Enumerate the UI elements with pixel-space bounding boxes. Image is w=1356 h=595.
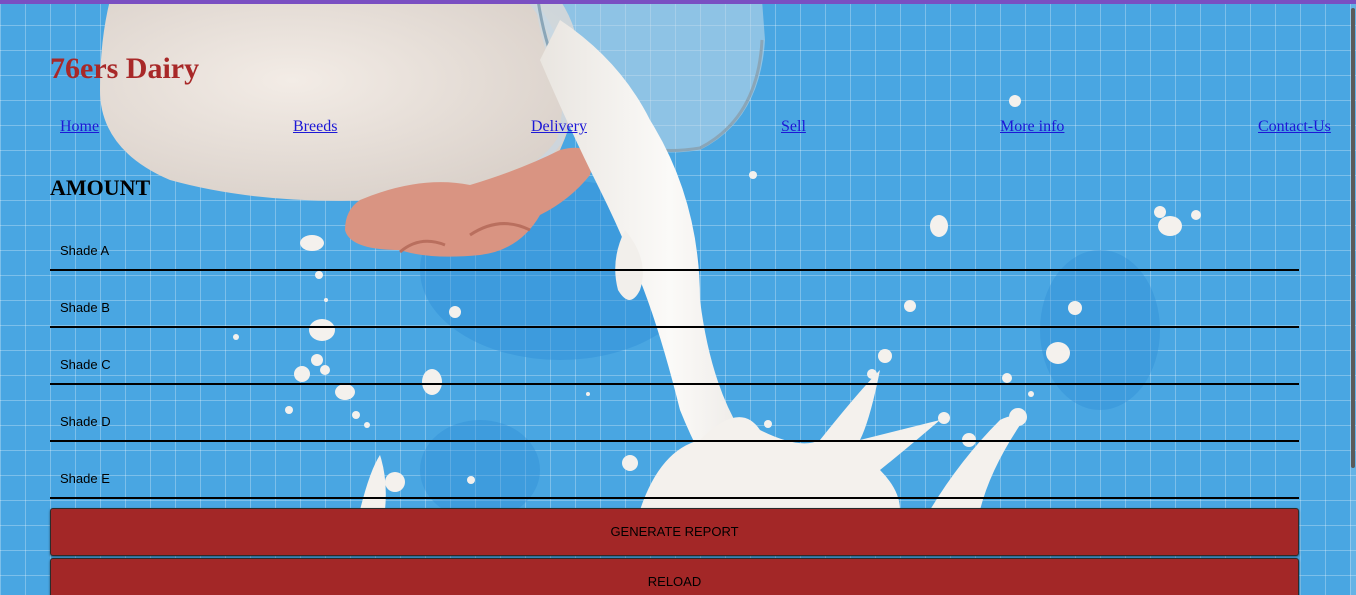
site-title: 76ers Dairy xyxy=(50,52,200,85)
nav-link-contact-us[interactable]: Contact-Us xyxy=(1258,118,1331,136)
shade-d-input[interactable] xyxy=(50,402,1299,440)
shade-b-row xyxy=(50,288,1299,328)
reload-button[interactable]: RELOAD xyxy=(50,558,1299,595)
nav-link-home[interactable]: Home xyxy=(60,118,99,136)
shade-c-input[interactable] xyxy=(50,345,1299,383)
shade-a-input[interactable] xyxy=(50,231,1299,269)
nav-link-delivery[interactable]: Delivery xyxy=(531,118,587,136)
shade-a-row xyxy=(50,231,1299,271)
shade-b-input[interactable] xyxy=(50,288,1299,326)
main-nav: Home Breeds Delivery Sell More info Cont… xyxy=(60,118,1331,138)
shade-e-row xyxy=(50,459,1299,499)
nav-link-more-info[interactable]: More info xyxy=(1000,118,1064,136)
page-scrollbar[interactable] xyxy=(1350,4,1356,595)
amount-heading: AMOUNT xyxy=(50,175,151,200)
generate-report-button[interactable]: GENERATE REPORT xyxy=(50,508,1299,556)
shade-c-row xyxy=(50,345,1299,385)
shade-e-input[interactable] xyxy=(50,459,1299,497)
browser-top-bar xyxy=(0,0,1356,4)
scrollbar-thumb[interactable] xyxy=(1351,8,1355,468)
nav-link-sell[interactable]: Sell xyxy=(781,118,806,136)
shade-d-row xyxy=(50,402,1299,442)
nav-link-breeds[interactable]: Breeds xyxy=(293,118,337,136)
